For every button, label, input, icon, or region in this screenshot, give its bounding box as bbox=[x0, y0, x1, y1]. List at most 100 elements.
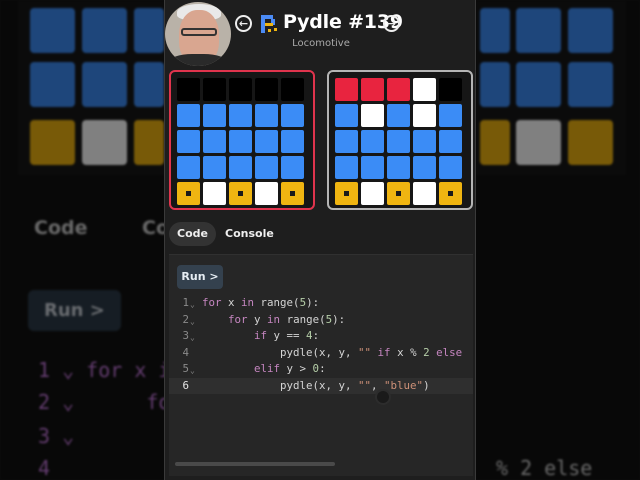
target-grid-cell bbox=[387, 156, 410, 179]
output-grid-cell bbox=[281, 156, 304, 179]
output-grid-cell bbox=[177, 78, 200, 101]
code-line[interactable]: 2 ⌄ for y in range(5): bbox=[169, 312, 473, 329]
target-grid-cell bbox=[413, 156, 436, 179]
target-grid-cell bbox=[413, 130, 436, 153]
bg-cell bbox=[568, 62, 613, 107]
code-text[interactable]: for x in range(5): bbox=[202, 295, 466, 312]
tab-console[interactable]: Console bbox=[217, 222, 282, 246]
bg-cell bbox=[516, 8, 561, 53]
target-grid-cell bbox=[439, 182, 462, 205]
output-grid-cell bbox=[281, 78, 304, 101]
presenter-avatar bbox=[165, 2, 231, 66]
code-editor[interactable]: Run > 1 ⌄ for x in range(5): 2 ⌄ for y in ra… bbox=[169, 254, 473, 476]
cell-dot-icon bbox=[290, 191, 295, 196]
bg-cell bbox=[82, 62, 127, 107]
output-grid-cell bbox=[281, 130, 304, 153]
line-number: 4 bbox=[182, 345, 189, 359]
target-grid-cell bbox=[413, 182, 436, 205]
target-grid-cell bbox=[413, 104, 436, 127]
cell-dot-icon bbox=[448, 191, 453, 196]
target-grid-cell bbox=[439, 130, 462, 153]
bg-cell bbox=[30, 62, 75, 107]
code-lines[interactable]: 1 ⌄ for x in range(5): 2 ⌄ for y in range(5)… bbox=[169, 295, 473, 394]
code-line[interactable]: 1 ⌄ for x in range(5): bbox=[169, 295, 473, 312]
target-grid-cell bbox=[439, 156, 462, 179]
line-number: 1 bbox=[182, 296, 189, 309]
output-grid-cell bbox=[203, 130, 226, 153]
code-text[interactable]: pydle(x, y, "" if x % 2 else " bbox=[202, 345, 466, 362]
puzzle-subtitle: Locomotive bbox=[292, 38, 350, 49]
code-text[interactable]: if y == 4: bbox=[202, 328, 466, 345]
output-grid-cell bbox=[177, 182, 200, 205]
bg-cell bbox=[480, 120, 510, 165]
bg-cell bbox=[134, 8, 164, 53]
bg-code-tail: % 2 else bbox=[496, 456, 593, 480]
run-button[interactable]: Run > bbox=[177, 265, 223, 289]
bg-cell bbox=[134, 120, 164, 165]
output-grid-cell bbox=[281, 104, 304, 127]
bg-cell bbox=[568, 8, 613, 53]
target-grid-cell bbox=[387, 78, 410, 101]
code-text[interactable]: elif y > 0: bbox=[202, 361, 466, 378]
code-text[interactable]: for y in range(5): bbox=[202, 312, 466, 329]
bg-cell bbox=[30, 120, 75, 165]
target-grid-cell bbox=[335, 104, 358, 127]
video-frame: Code Co Run > 1 ⌄ for x i 2 ⌄ for 3 ⌄ 4 … bbox=[0, 0, 640, 480]
target-grid-cell bbox=[361, 156, 384, 179]
bg-tab-code: Code bbox=[34, 217, 88, 239]
output-grid-cell bbox=[255, 130, 278, 153]
output-grid-cell bbox=[177, 156, 200, 179]
target-grid-cell bbox=[361, 104, 384, 127]
code-text[interactable]: pydle(x, y, "", "blue") bbox=[202, 378, 466, 395]
output-grid-cell bbox=[229, 130, 252, 153]
cell-dot-icon bbox=[344, 191, 349, 196]
bg-cell bbox=[480, 62, 510, 107]
output-grid-cell bbox=[229, 156, 252, 179]
bg-code-line: 4 bbox=[38, 456, 51, 480]
target-grid-cell bbox=[361, 182, 384, 205]
code-line[interactable]: 3 ⌄ if y == 4: bbox=[169, 328, 473, 345]
bg-run-button: Run > bbox=[28, 290, 121, 331]
arrow-right-circle-icon[interactable]: → bbox=[383, 15, 400, 32]
target-grid-cell bbox=[361, 130, 384, 153]
mouse-cursor bbox=[375, 389, 391, 405]
output-grid-cell bbox=[281, 182, 304, 205]
output-grid-cell bbox=[255, 104, 278, 127]
output-grid-cell bbox=[203, 182, 226, 205]
bg-cell bbox=[568, 120, 613, 165]
line-number: 5 bbox=[182, 362, 189, 375]
line-number: 6 bbox=[182, 378, 189, 392]
target-grid-cell bbox=[413, 78, 436, 101]
code-line[interactable]: 5 ⌄ elif y > 0: bbox=[169, 361, 473, 378]
arrow-left-circle-icon[interactable]: ← bbox=[235, 15, 252, 32]
output-grid-cell bbox=[177, 104, 200, 127]
target-grid-cell bbox=[361, 78, 384, 101]
code-line[interactable]: 6 pydle(x, y, "", "blue") bbox=[169, 377, 473, 395]
code-line[interactable]: 4 pydle(x, y, "" if x % 2 else " bbox=[169, 345, 473, 362]
output-grid-cell bbox=[255, 156, 278, 179]
bg-code-line: 1 ⌄ for x i bbox=[38, 358, 171, 382]
target-grid-cell bbox=[387, 182, 410, 205]
bg-cell bbox=[30, 8, 75, 53]
line-number: 2 bbox=[182, 312, 189, 326]
horizontal-scrollbar[interactable] bbox=[175, 462, 335, 466]
output-grid-cell bbox=[177, 130, 200, 153]
output-grid-cell bbox=[255, 182, 278, 205]
target-grid-cell bbox=[335, 156, 358, 179]
bg-code-line: 2 ⌄ for bbox=[38, 390, 183, 414]
output-grid-cell bbox=[203, 104, 226, 127]
tab-code[interactable]: Code bbox=[169, 222, 216, 246]
bg-cell bbox=[480, 8, 510, 53]
target-grid-cell bbox=[387, 130, 410, 153]
bg-cell bbox=[82, 120, 127, 165]
bg-cell bbox=[134, 62, 164, 107]
output-grid-cell bbox=[255, 78, 278, 101]
output-grid-cell bbox=[229, 182, 252, 205]
line-number: 3 bbox=[182, 329, 189, 342]
cell-dot-icon bbox=[186, 191, 191, 196]
bg-cell bbox=[82, 8, 127, 53]
output-grid-cell bbox=[229, 78, 252, 101]
cell-dot-icon bbox=[238, 191, 243, 196]
target-grid bbox=[327, 70, 473, 210]
target-grid-cell bbox=[335, 130, 358, 153]
